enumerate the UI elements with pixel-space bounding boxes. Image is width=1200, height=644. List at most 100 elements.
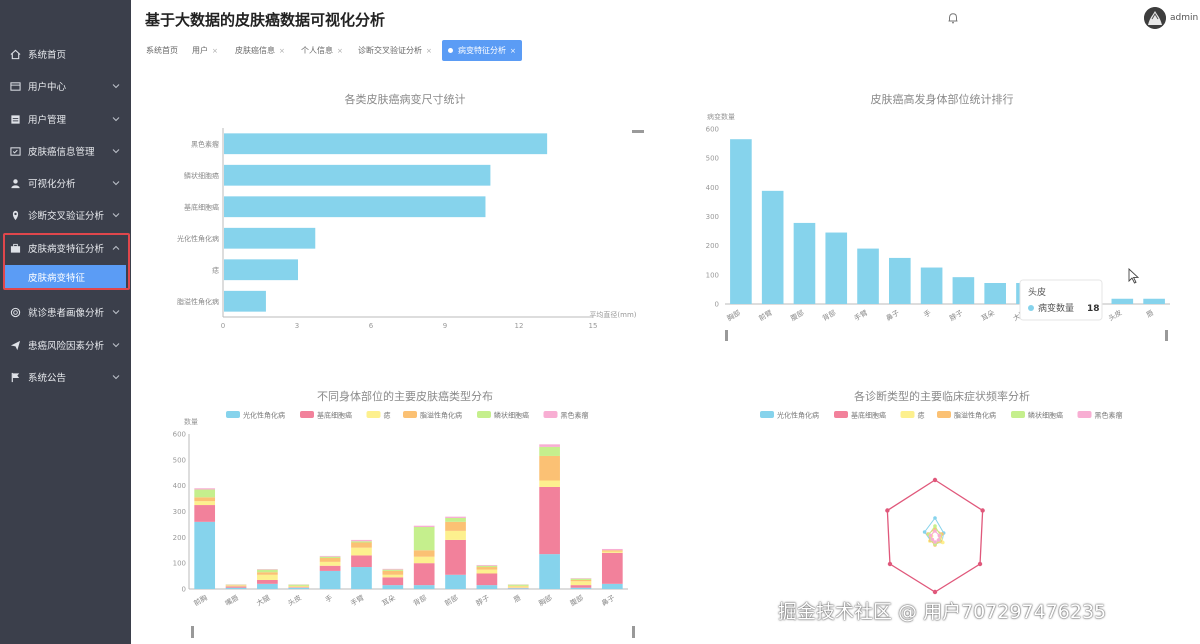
close-icon[interactable]: × <box>337 47 343 55</box>
stacked-bar-segment <box>351 541 372 543</box>
stacked-bar-segment <box>445 517 466 522</box>
stacked-bar-segment <box>570 585 592 588</box>
radar-point <box>932 589 938 595</box>
legend-label: 基底细胞癌 <box>851 411 886 420</box>
sidebar-item-risk-factor[interactable]: 患癌风险因素分析 <box>0 329 131 361</box>
stacked-bar-segment <box>257 569 278 573</box>
bar <box>224 290 266 312</box>
stacked-bar-segment <box>225 585 247 586</box>
chevron-down-icon <box>112 117 120 122</box>
table-icon <box>9 113 21 125</box>
close-icon[interactable]: × <box>510 47 516 55</box>
y-axis-label: 病变数量 <box>707 112 735 121</box>
avatar[interactable] <box>1144 7 1166 29</box>
tab-lesion-feature[interactable]: 病变特征分析 × <box>442 40 522 61</box>
stacked-bar-segment <box>476 573 498 586</box>
legend-swatch <box>1077 411 1092 418</box>
sidebar-item-announcement[interactable]: 系统公告 <box>0 361 131 393</box>
x-category-label: 头皮 <box>286 593 303 608</box>
stacked-bar-segment <box>476 565 498 568</box>
chart-svg: 皮肤癌高发身体部位统计排行病变数量 0 100 200 300 400 500 600 胸部 前臂… <box>706 92 1170 341</box>
sidebar-item-patient-profile[interactable]: 就诊患者画像分析 <box>0 296 131 328</box>
stacked-bar-segment <box>288 587 310 588</box>
stacked-bar-segment <box>319 565 341 571</box>
x-category-label: 手 <box>922 308 933 319</box>
sidebar-item-label: 就诊患者画像分析 <box>28 308 105 319</box>
legend-swatch <box>477 411 491 418</box>
stacked-bar-segment <box>413 585 435 589</box>
y-category-label: 脂溢性角化病 <box>177 297 219 306</box>
y-tick-label: 400 <box>173 482 186 490</box>
tab-home[interactable]: 系统首页 <box>146 40 178 61</box>
stacked-bar-segment <box>507 586 529 588</box>
close-icon[interactable]: × <box>212 47 218 55</box>
tab-cross-validation[interactable]: 诊断交叉验证分析 × <box>358 40 432 61</box>
sidebar-item-label: 系统首页 <box>28 50 67 61</box>
sidebar-item-cross-validation[interactable]: 诊断交叉验证分析 <box>0 199 131 231</box>
radar-point <box>930 537 935 542</box>
sidebar-item-user-center[interactable]: 用户中心 <box>0 70 131 102</box>
y-tick-label: 400 <box>706 184 719 192</box>
x-category-label: 鼻子 <box>600 593 617 608</box>
circle-icon <box>9 306 21 318</box>
submenu-item-lesion-feature[interactable]: 皮肤病变特征 <box>5 265 126 288</box>
stacked-bar-segment <box>351 567 372 589</box>
legend-label: 鳞状细胞癌 <box>1028 411 1063 420</box>
legend-swatch <box>300 411 314 418</box>
close-icon[interactable]: × <box>279 47 285 55</box>
stacked-bar-segment <box>194 501 216 506</box>
y-tick-label: 100 <box>706 271 719 279</box>
stacked-bar-segment <box>194 521 216 589</box>
zoom-handle-left-icon <box>191 626 194 638</box>
tab-profile[interactable]: 个人信息 × <box>301 40 343 61</box>
close-icon[interactable]: × <box>426 47 432 55</box>
radar-point <box>932 477 938 483</box>
stacked-bar-segment <box>194 505 216 522</box>
stacked-bar-segment <box>570 587 592 589</box>
sidebar-item-skin-cancer-info[interactable]: 皮肤癌信息管理 <box>0 135 131 167</box>
home-icon <box>9 48 21 60</box>
tab-user[interactable]: 用户 × <box>192 40 218 61</box>
tooltip-series: 病变数量 <box>1038 302 1074 314</box>
radar-point <box>933 529 937 533</box>
briefcase-icon <box>9 242 21 254</box>
page-title: 基于大数据的皮肤癌数据可视化分析 <box>145 11 386 29</box>
tab-skin-cancer-info[interactable]: 皮肤癌信息 × <box>235 40 285 61</box>
user-card-icon <box>9 80 21 92</box>
zoom-handle-left-icon <box>725 330 728 341</box>
sidebar-item-home[interactable]: 系统首页 <box>0 38 131 70</box>
sidebar-item-lesion-feature[interactable]: 皮肤病变特征分析 <box>0 232 131 264</box>
bar <box>224 196 486 218</box>
zoom-handle-icon <box>632 130 644 133</box>
bar <box>1143 298 1165 304</box>
tab-label: 用户 <box>192 46 208 55</box>
radar-point <box>928 533 933 538</box>
x-category-label: 腹部 <box>789 308 806 323</box>
sidebar-item-user-management[interactable]: 用户管理 <box>0 103 131 135</box>
sidebar-item-label: 用户中心 <box>28 82 67 93</box>
x-category-label: 手 <box>324 593 335 604</box>
y-category-label: 黑色素瘤 <box>191 139 219 148</box>
bell-icon[interactable] <box>946 11 960 25</box>
sidebar-item-label: 可视化分析 <box>28 179 76 190</box>
legend-swatch <box>760 411 774 418</box>
stacked-bar-segment <box>476 585 498 589</box>
y-category-label: 基底细胞癌 <box>184 202 219 211</box>
stacked-bar-segment <box>476 564 498 566</box>
tooltip-value: 18 <box>1087 304 1100 314</box>
stacked-bar-segment <box>194 488 216 490</box>
user-name[interactable]: admin <box>1170 13 1198 23</box>
bar <box>761 190 784 304</box>
sidebar-item-label: 系统公告 <box>28 373 67 384</box>
x-tick-label: 0 <box>221 322 225 330</box>
x-category-label: 耳朵 <box>980 309 996 323</box>
y-tick-label: 200 <box>173 534 186 542</box>
chart-title: 各诊断类型的主要临床症状频率分析 <box>854 389 1030 403</box>
chart-title: 皮肤癌高发身体部位统计排行 <box>871 92 1014 106</box>
radar-point <box>887 561 893 567</box>
stacked-bar-segment <box>539 486 560 555</box>
stacked-bar-segment <box>507 587 529 589</box>
stacked-bar-segment <box>413 563 435 586</box>
bar <box>889 257 911 304</box>
sidebar-item-visual-analysis[interactable]: 可视化分析 <box>0 167 131 199</box>
